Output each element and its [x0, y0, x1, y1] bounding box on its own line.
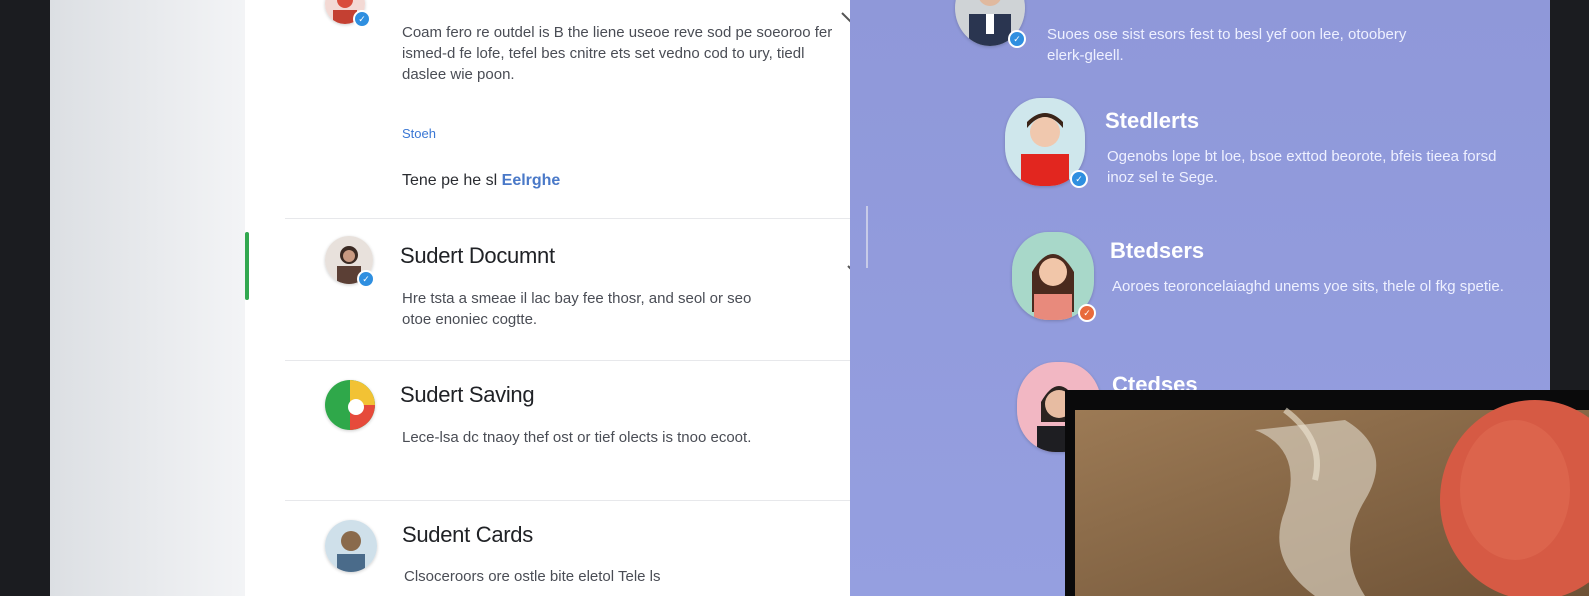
list-item-title[interactable]: Sudert Saving: [400, 382, 535, 408]
list-item-description: Hre tsta a smeae il lac bay fee thosr, a…: [402, 290, 752, 328]
verified-badge-icon: ✓: [1008, 30, 1026, 48]
right-item-title[interactable]: Btedsers: [1110, 238, 1204, 264]
right-item-description: Aoroes teoroncelaiaghd unems yoe sits, t…: [1112, 278, 1504, 295]
verified-badge-icon: ✓: [1078, 304, 1096, 322]
verified-badge-icon: ✓: [353, 10, 371, 28]
left-gutter: [50, 0, 245, 596]
list-item-link[interactable]: Stoeh: [402, 126, 436, 141]
list-item-description: Clsoceroors ore ostle bite eletol Tele l…: [404, 568, 661, 585]
footer-link[interactable]: Eelrghe: [502, 172, 561, 189]
list-item-description: Coam fero re outdel is B the liene useoe…: [402, 24, 833, 83]
list-panel: ✓ Coam fero re outdel is B the liene use…: [245, 0, 885, 596]
list-item-footer: Tene pe he sl Eelrghe: [402, 172, 560, 190]
footer-text: Tene pe he sl: [402, 172, 498, 189]
list-item-title[interactable]: Sudent Cards: [402, 522, 533, 548]
right-item-title[interactable]: Stedlerts: [1105, 108, 1199, 134]
verified-badge-icon: ✓: [357, 270, 375, 288]
verified-badge-icon: ✓: [1070, 170, 1088, 188]
divider: [285, 500, 885, 501]
selected-indicator: [245, 232, 249, 300]
divider: [285, 360, 885, 361]
scrollbar[interactable]: [866, 206, 868, 268]
list-item-title[interactable]: Sudert Documnt: [400, 243, 555, 269]
avatar: [325, 520, 377, 572]
overlay-image: [1075, 400, 1589, 596]
right-item-description: Ogenobs lope bt loe, bsoe exttod beorote…: [1107, 148, 1497, 186]
video-overlay[interactable]: [1065, 390, 1589, 596]
avatar: [325, 380, 375, 430]
right-item-description: Suoes ose sist esors fest to besl yef oo…: [1047, 26, 1407, 64]
list-item-description: Lece-lsa dc tnaoy thef ost or tief olect…: [402, 429, 752, 446]
divider: [285, 218, 885, 219]
